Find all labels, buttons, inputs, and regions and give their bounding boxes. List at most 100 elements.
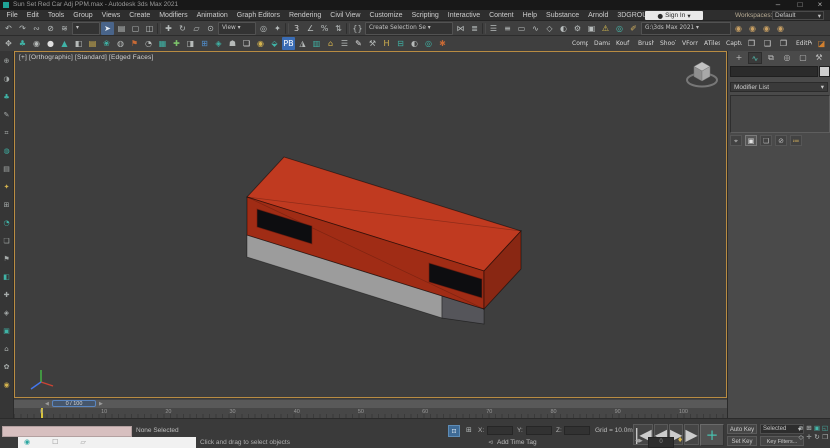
- workspaces-dropdown[interactable]: Default ▾: [772, 11, 824, 20]
- plugin-icon[interactable]: ✎: [352, 37, 365, 50]
- pin-stack-button[interactable]: ⌖: [730, 135, 742, 146]
- pencil-icon[interactable]: ✐: [627, 22, 640, 35]
- side-tool-icon[interactable]: ▣: [2, 326, 12, 336]
- side-tool-icon[interactable]: ▤: [2, 164, 12, 174]
- plugin-icon[interactable]: PB: [282, 37, 295, 50]
- orbit-icon[interactable]: ↻: [813, 433, 821, 442]
- next-frame-arrow[interactable]: ▶: [99, 400, 103, 408]
- render-last-icon[interactable]: ◉: [774, 22, 787, 35]
- plugin-icon[interactable]: ⬙: [268, 37, 281, 50]
- layout-icon[interactable]: ❐: [745, 37, 758, 50]
- tab-motion[interactable]: ◎: [780, 52, 794, 64]
- plugin-icon[interactable]: ◐: [408, 37, 421, 50]
- plugin-icon[interactable]: ◮: [296, 37, 309, 50]
- spinner-snap-icon[interactable]: ⇅: [332, 22, 345, 35]
- editpoly-button[interactable]: EditPoly: [793, 38, 812, 49]
- render-setup-icon[interactable]: ⚙: [571, 22, 584, 35]
- named-selection-sets-dropdown[interactable]: Create Selection Se ▾: [365, 22, 453, 35]
- window-crossing-icon[interactable]: ◫: [143, 22, 156, 35]
- menu-item[interactable]: Animation: [192, 12, 232, 19]
- menu-item[interactable]: Interactive: [443, 12, 484, 19]
- maxscript-mini-listener[interactable]: [2, 426, 132, 437]
- plugin-icon[interactable]: ✥: [2, 37, 15, 50]
- plugin-icon[interactable]: ☗: [226, 37, 239, 50]
- percent-snap-icon[interactable]: %: [318, 22, 331, 35]
- snaps-toggle-icon[interactable]: 3: [290, 22, 303, 35]
- z-field[interactable]: [564, 426, 590, 435]
- plugin-icon[interactable]: ◧: [72, 37, 85, 50]
- side-tool-icon[interactable]: ◔: [2, 218, 12, 228]
- pan-icon[interactable]: ✛: [805, 433, 813, 442]
- plugin-icon[interactable]: ☰: [338, 37, 351, 50]
- auto-key-button[interactable]: Auto Key: [727, 424, 757, 434]
- tab-display[interactable]: ▢: [796, 52, 810, 64]
- plugin-icon[interactable]: ◉: [254, 37, 267, 50]
- add-key-button[interactable]: +: [700, 424, 724, 446]
- toggle-scene-explorer-icon[interactable]: ☰: [487, 22, 500, 35]
- menu-item[interactable]: Modifiers: [155, 12, 192, 19]
- material-editor-icon[interactable]: ◐: [557, 22, 570, 35]
- zoom-all-icon[interactable]: ⊞: [805, 424, 813, 433]
- align-icon[interactable]: ≣: [468, 22, 481, 35]
- modifier-list-dropdown[interactable]: Modifier List ▾: [730, 82, 828, 92]
- menu-item[interactable]: Graph Editors: [232, 12, 284, 19]
- plugin-icon[interactable]: ⊞: [198, 37, 211, 50]
- target-icon[interactable]: ◎: [613, 22, 626, 35]
- viewport[interactable]: [+] [Orthographic] [Standard] [Edged Fac…: [14, 51, 727, 398]
- maximize-viewport-icon[interactable]: ❒: [821, 433, 829, 442]
- menu-item[interactable]: Civil View: [326, 12, 365, 19]
- select-and-rotate-icon[interactable]: ↻: [176, 22, 189, 35]
- editpoly-icon[interactable]: ◪: [815, 37, 828, 50]
- plugin-icon[interactable]: ⊟: [394, 37, 407, 50]
- comp-button[interactable]: Comp: [569, 38, 588, 49]
- select-object-icon[interactable]: ➤: [101, 22, 114, 35]
- zoom-extents-all-icon[interactable]: ◱: [821, 424, 829, 433]
- project-path-dropdown[interactable]: G:\3ds Max 2021 ▾: [641, 22, 731, 35]
- plugin-icon[interactable]: ◈: [212, 37, 225, 50]
- side-tool-icon[interactable]: ⚑: [2, 254, 12, 264]
- plugin-icon[interactable]: ▥: [310, 37, 323, 50]
- unlink-selection-icon[interactable]: ⊘: [44, 22, 57, 35]
- modifier-stack[interactable]: [730, 95, 830, 133]
- plugin-icon[interactable]: ◔: [142, 37, 155, 50]
- frame-step-icon[interactable]: ◀▶: [635, 438, 643, 444]
- select-and-place-icon[interactable]: ⊙: [204, 22, 217, 35]
- make-unique-button[interactable]: ❏: [760, 135, 772, 146]
- select-and-manipulate-icon[interactable]: ✦: [271, 22, 284, 35]
- angle-snap-icon[interactable]: ∠: [304, 22, 317, 35]
- plugin-icon[interactable]: ▤: [86, 37, 99, 50]
- shootex-button[interactable]: ShooTex: [657, 38, 676, 49]
- remove-modifier-button[interactable]: ⊘: [775, 135, 787, 146]
- menu-item[interactable]: Help: [518, 12, 541, 19]
- maxscript-listener-line[interactable]: ◉☐▱: [18, 437, 196, 448]
- minimize-button[interactable]: –: [770, 0, 786, 9]
- y-field[interactable]: [526, 426, 552, 435]
- tab-create[interactable]: +: [732, 52, 746, 64]
- rendered-frame-window-icon[interactable]: ▣: [585, 22, 598, 35]
- plugin-icon[interactable]: ⚑: [128, 37, 141, 50]
- time-slider-track[interactable]: ◀ 0 / 100 ▶: [14, 399, 727, 408]
- viewport-canvas[interactable]: [15, 52, 726, 397]
- tab-hierarchy[interactable]: ⧉: [764, 52, 778, 64]
- side-tool-icon[interactable]: ◉: [2, 380, 12, 390]
- show-end-result-button[interactable]: ▣: [745, 135, 757, 146]
- select-and-link-icon[interactable]: ∾: [30, 22, 43, 35]
- side-tool-icon[interactable]: ♣: [2, 92, 12, 102]
- side-tool-icon[interactable]: ◑: [2, 74, 12, 84]
- plugin-icon[interactable]: ⌂: [324, 37, 337, 50]
- toggle-ribbon-icon[interactable]: ▭: [515, 22, 528, 35]
- plugin-icon[interactable]: ◨: [184, 37, 197, 50]
- key-icon[interactable]: ♦: [677, 436, 683, 444]
- add-time-tag[interactable]: Add Time Tag: [497, 439, 537, 446]
- next-frame-button[interactable]: ▶: [684, 424, 698, 445]
- brushes-button[interactable]: Brushes: [635, 38, 654, 49]
- redo-icon[interactable]: ↷: [16, 22, 29, 35]
- plugin-icon[interactable]: ◉: [30, 37, 43, 50]
- maximize-button[interactable]: □: [792, 0, 808, 9]
- activeshade-icon[interactable]: ◉: [760, 22, 773, 35]
- plugin-icon[interactable]: ✚: [170, 37, 183, 50]
- side-tool-icon[interactable]: ✦: [2, 182, 12, 192]
- side-tool-icon[interactable]: ⌗: [2, 128, 12, 138]
- plugin-icon[interactable]: ●: [44, 37, 57, 50]
- menu-item[interactable]: Edit: [22, 12, 43, 19]
